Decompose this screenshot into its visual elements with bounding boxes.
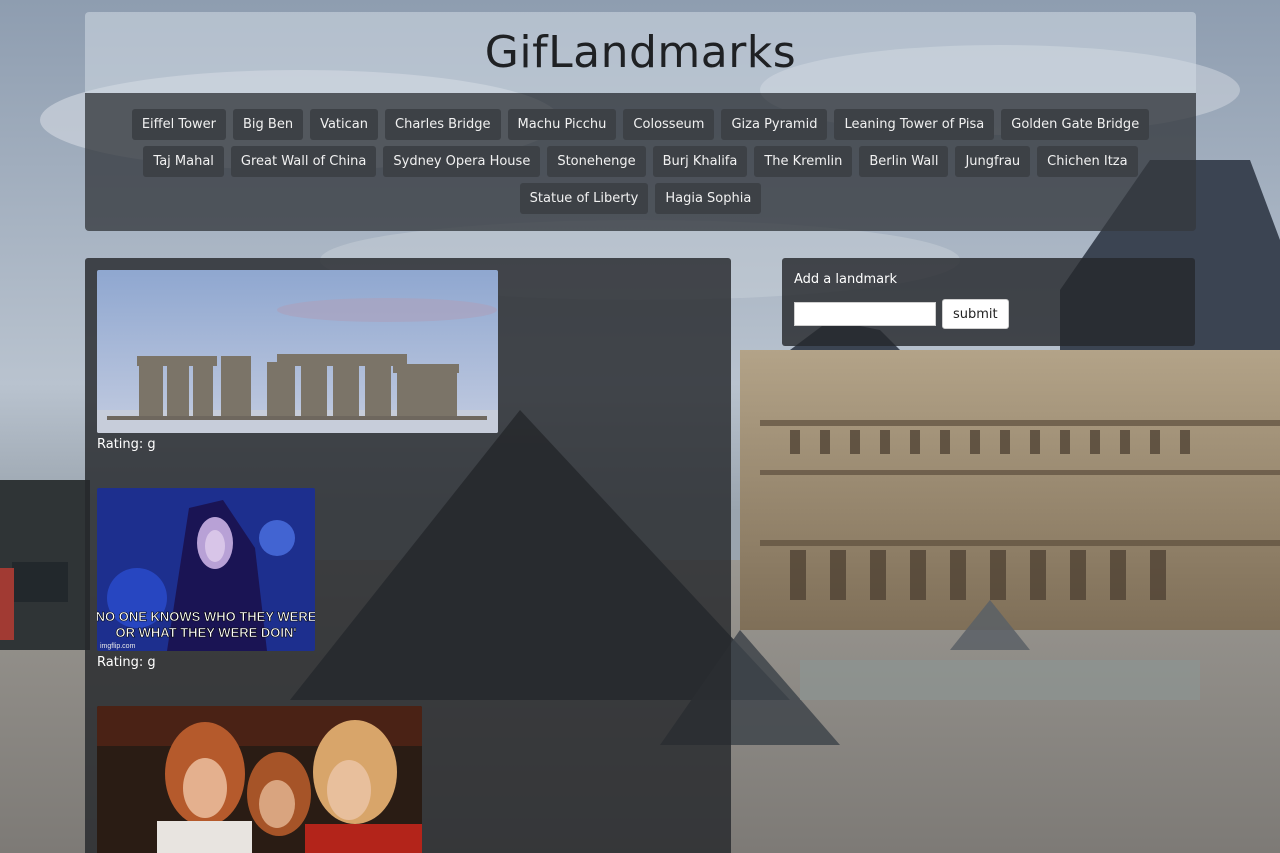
gif-results-panel: Rating: g NO ONE KNOWS WHO THEY WERE OR … xyxy=(85,258,731,853)
site-header: GifLandmarks Eiffel Tower Big Ben Vatica… xyxy=(85,12,1196,231)
landmark-button-burj-khalifa[interactable]: Burj Khalifa xyxy=(652,146,748,177)
imgflip-watermark: imgflip.com xyxy=(100,643,136,650)
landmark-button-eiffel-tower[interactable]: Eiffel Tower xyxy=(131,109,226,140)
landmark-button-vatican[interactable]: Vatican xyxy=(310,109,378,140)
gif-image-stonehenge[interactable] xyxy=(97,270,498,433)
landmark-button-statue-of-liberty[interactable]: Statue of Liberty xyxy=(519,183,649,214)
landmark-input[interactable] xyxy=(794,302,936,326)
landmark-button-great-wall-of-china[interactable]: Great Wall of China xyxy=(230,146,377,177)
gif-card: NO ONE KNOWS WHO THEY WERE OR WHAT THEY … xyxy=(97,488,719,670)
title-bar: GifLandmarks xyxy=(85,12,1196,93)
gif-card: Rating: g xyxy=(97,270,719,452)
landmark-button-stonehenge[interactable]: Stonehenge xyxy=(547,146,646,177)
landmark-button-leaning-tower-of-pisa[interactable]: Leaning Tower of Pisa xyxy=(834,109,995,140)
gif-image-meme[interactable]: NO ONE KNOWS WHO THEY WERE OR WHAT THEY … xyxy=(97,488,315,651)
landmark-button-golden-gate-bridge[interactable]: Golden Gate Bridge xyxy=(1001,109,1150,140)
landmark-button-big-ben[interactable]: Big Ben xyxy=(233,109,304,140)
gif-card xyxy=(97,706,719,853)
landmark-button-the-kremlin[interactable]: The Kremlin xyxy=(754,146,853,177)
landmark-button-sydney-opera-house[interactable]: Sydney Opera House xyxy=(383,146,541,177)
add-landmark-label: Add a landmark xyxy=(794,272,897,287)
add-landmark-form: submit xyxy=(794,299,1183,329)
gif-rating: Rating: g xyxy=(97,655,156,670)
landmark-button-colosseum[interactable]: Colosseum xyxy=(623,109,715,140)
meme-caption-line-2: OR WHAT THEY WERE DOIN' xyxy=(116,625,297,640)
landmark-button-machu-picchu[interactable]: Machu Picchu xyxy=(507,109,617,140)
meme-caption-line-1: NO ONE KNOWS WHO THEY WERE xyxy=(97,609,315,624)
landmark-button-jungfrau[interactable]: Jungfrau xyxy=(955,146,1031,177)
landmark-button-berlin-wall[interactable]: Berlin Wall xyxy=(859,146,949,177)
submit-button[interactable]: submit xyxy=(942,299,1009,329)
add-landmark-panel: Add a landmark submit xyxy=(782,258,1195,346)
gif-image-band[interactable] xyxy=(97,706,422,853)
landmark-button-giza-pyramid[interactable]: Giza Pyramid xyxy=(721,109,828,140)
landmark-button-chichen-itza[interactable]: Chichen Itza xyxy=(1037,146,1138,177)
landmark-button-charles-bridge[interactable]: Charles Bridge xyxy=(385,109,501,140)
landmark-button-list: Eiffel Tower Big Ben Vatican Charles Bri… xyxy=(85,109,1196,214)
landmark-button-taj-mahal[interactable]: Taj Mahal xyxy=(143,146,224,177)
gif-rating: Rating: g xyxy=(97,437,156,452)
site-title: GifLandmarks xyxy=(484,27,797,78)
landmark-button-hagia-sophia[interactable]: Hagia Sophia xyxy=(655,183,762,214)
